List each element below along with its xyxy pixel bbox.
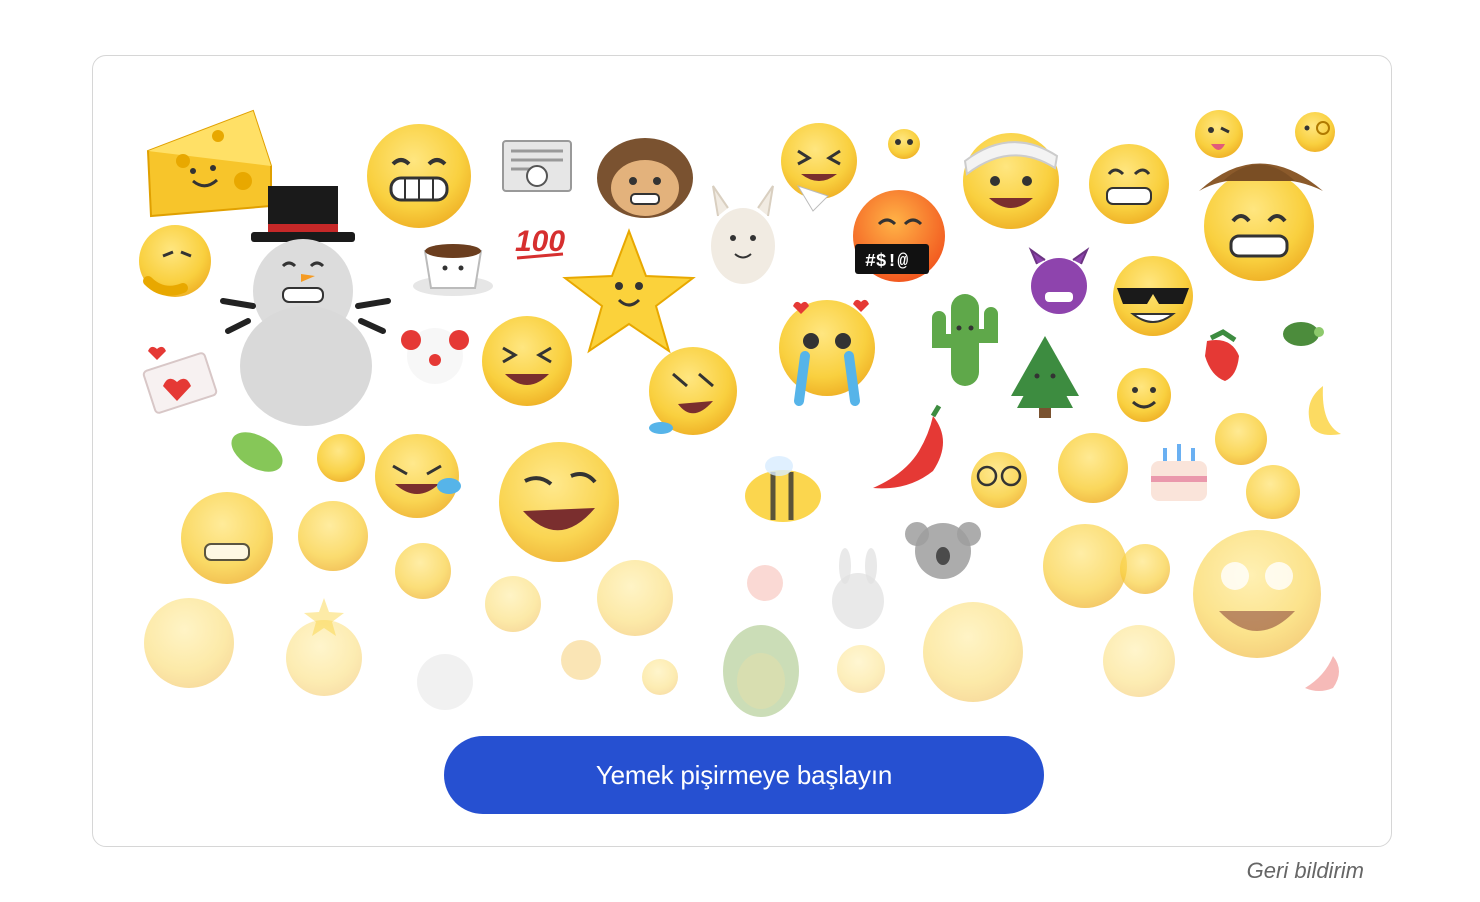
hedgehog-emoji bbox=[597, 138, 693, 218]
roll-eyes-emoji bbox=[1193, 530, 1321, 658]
tongue-emoji bbox=[1195, 110, 1243, 158]
star-emoji bbox=[562, 228, 696, 354]
chili-emoji bbox=[873, 404, 943, 489]
turtle-emoji bbox=[1283, 322, 1324, 346]
love-letter-emoji bbox=[142, 346, 218, 414]
microbe-emoji bbox=[231, 432, 283, 472]
coffee-emoji bbox=[413, 244, 493, 296]
monocle-emoji bbox=[1295, 112, 1335, 152]
clown-emoji bbox=[401, 328, 469, 384]
cake-emoji bbox=[1151, 444, 1207, 501]
bandage-emoji bbox=[963, 133, 1059, 229]
svg-text:#$!@: #$!@ bbox=[865, 252, 908, 272]
swearing-emoji: #$!@ bbox=[853, 190, 945, 282]
squint-laugh-emoji bbox=[482, 316, 572, 406]
rofl-emoji bbox=[649, 347, 737, 435]
moon-emoji bbox=[1308, 386, 1341, 435]
grin-emoji bbox=[367, 124, 471, 228]
bee-emoji bbox=[745, 456, 821, 522]
pleading-emoji bbox=[888, 129, 920, 159]
cheese-emoji bbox=[146, 109, 272, 218]
bunny-emoji bbox=[832, 548, 884, 629]
thinking-emoji bbox=[139, 225, 211, 297]
smirk-emoji bbox=[499, 442, 619, 562]
emoji-collage: 100 #$!@ bbox=[139, 109, 1341, 717]
laughing-emoji bbox=[781, 123, 857, 212]
snowman-emoji bbox=[220, 186, 391, 426]
strawberry-emoji bbox=[1205, 329, 1239, 381]
newspaper-emoji bbox=[502, 140, 572, 192]
heart-tears-emoji bbox=[779, 299, 875, 406]
llama-emoji bbox=[711, 185, 775, 284]
nerd-emoji bbox=[971, 452, 1027, 508]
smile-faces-mid bbox=[181, 492, 1170, 608]
grimace-emoji bbox=[1089, 144, 1169, 224]
cowboy-emoji bbox=[1199, 163, 1323, 281]
start-cooking-button[interactable]: Yemek pişirmeye başlayın bbox=[444, 736, 1044, 814]
tree-emoji bbox=[1011, 336, 1079, 418]
emoji-kitchen-card: 100 #$!@ Yemek pişirmeye başlayın bbox=[92, 55, 1392, 847]
pig-emoji bbox=[747, 565, 783, 601]
feedback-link[interactable]: Geri bildirim bbox=[1180, 858, 1364, 884]
sunglasses-emoji bbox=[1113, 256, 1193, 336]
cactus-emoji bbox=[932, 294, 998, 386]
smile-emoji bbox=[1117, 368, 1171, 422]
koala-emoji bbox=[905, 522, 981, 579]
hundred-emoji: 100 bbox=[515, 225, 565, 260]
devil-emoji bbox=[1028, 247, 1090, 314]
